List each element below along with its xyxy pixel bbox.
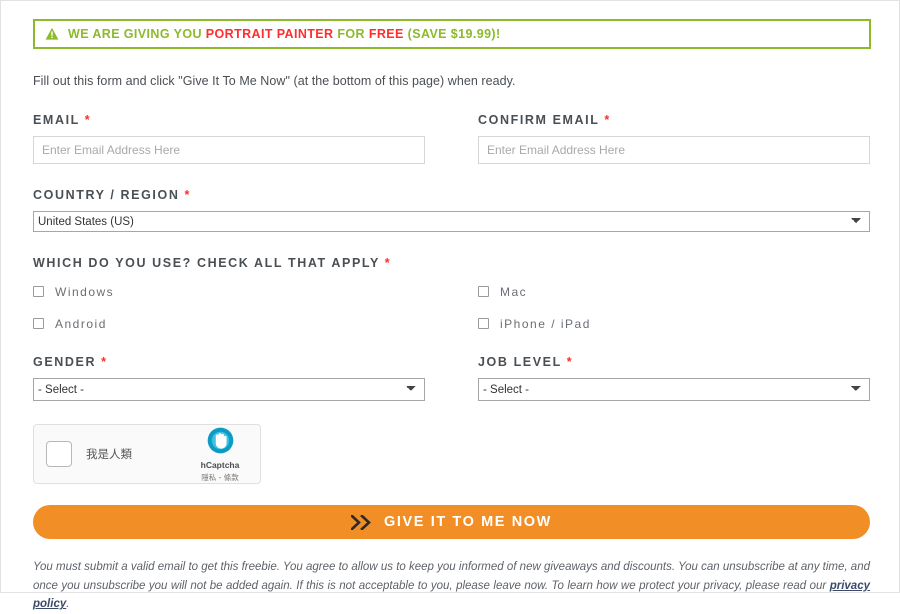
legal-disclaimer: You must submit a valid email to get thi… [33,558,870,614]
checkbox-row-windows[interactable]: Windows [33,282,425,301]
platforms-label: WHICH DO YOU USE? CHECK ALL THAT APPLY * [33,256,871,270]
email-label: EMAIL * [33,113,425,127]
job-level-select[interactable]: - Select - [478,378,870,401]
hcaptcha-label: 我是人類 [86,447,132,461]
promo-banner: WE ARE GIVING YOU PORTRAIT PAINTER FOR F… [33,19,871,49]
hcaptcha-terms-link[interactable]: 隱私 - 條款 [192,473,248,482]
confirm-email-field-group: CONFIRM EMAIL * [478,113,870,164]
form-instructions: Fill out this form and click "Give It To… [33,74,516,88]
required-marker: * [384,256,390,270]
confirm-email-label: CONFIRM EMAIL * [478,113,870,127]
confirm-email-label-text: CONFIRM EMAIL [478,113,600,127]
hcaptcha-brand-name: hCaptcha [200,459,240,470]
checkbox-android[interactable] [33,318,44,329]
hcaptcha-logo-icon [207,427,233,453]
job-level-field-group: JOB LEVEL * - Select - [478,355,870,401]
checkbox-row-mac[interactable]: Mac [478,282,870,301]
disclaimer-period: . [66,598,70,611]
gender-label: GENDER * [33,355,425,369]
checkbox-row-iphone-ipad[interactable]: iPhone / iPad [478,314,870,333]
gender-select[interactable]: - Select - [33,378,425,401]
platforms-label-text: WHICH DO YOU USE? CHECK ALL THAT APPLY [33,256,380,270]
checkbox-iphone-ipad[interactable] [478,318,489,329]
hcaptcha-branding: hCaptcha 隱私 - 條款 [192,427,248,482]
promo-savings: (SAVE $19.99)! [403,27,501,41]
required-marker: * [184,188,190,202]
promo-free-label: FREE [368,27,404,41]
hcaptcha-checkbox[interactable] [46,441,72,467]
required-marker: * [84,113,90,127]
email-input[interactable] [33,136,425,164]
required-marker: * [604,113,610,127]
gender-label-text: GENDER [33,355,97,369]
required-marker: * [101,355,107,369]
checkbox-label-mac: Mac [500,284,528,299]
checkbox-label-iphone-ipad: iPhone / iPad [500,316,591,331]
country-select[interactable]: United States (US) [33,211,870,232]
submit-button-label: GIVE IT TO ME NOW [384,514,552,530]
gender-field-group: GENDER * - Select - [33,355,425,401]
email-label-text: EMAIL [33,113,80,127]
job-level-label: JOB LEVEL * [478,355,870,369]
required-marker: * [566,355,572,369]
job-level-label-text: JOB LEVEL [478,355,562,369]
checkbox-label-windows: Windows [55,284,115,299]
double-chevron-right-icon [351,514,371,530]
checkbox-label-android: Android [55,316,107,331]
checkbox-mac[interactable] [478,286,489,297]
promo-middle: FOR [333,27,369,41]
promo-prefix: WE ARE GIVING YOU [68,27,206,41]
country-label-text: COUNTRY / REGION [33,188,180,202]
email-field-group: EMAIL * [33,113,425,164]
promo-banner-text: WE ARE GIVING YOU PORTRAIT PAINTER FOR F… [68,27,501,41]
submit-button[interactable]: GIVE IT TO ME NOW [33,505,870,539]
hcaptcha-widget[interactable]: 我是人類 hCaptcha 隱私 - 條款 [33,424,261,484]
confirm-email-input[interactable] [478,136,870,164]
promo-product-name: PORTRAIT PAINTER [205,27,334,41]
country-field-group: COUNTRY / REGION * United States (US) [33,188,870,232]
checkbox-windows[interactable] [33,286,44,297]
giveaway-signup-page: WE ARE GIVING YOU PORTRAIT PAINTER FOR F… [0,0,900,610]
disclaimer-text: You must submit a valid email to get thi… [33,561,870,592]
checkbox-row-android[interactable]: Android [33,314,425,333]
warning-triangle-icon [45,27,59,40]
country-label: COUNTRY / REGION * [33,188,870,202]
